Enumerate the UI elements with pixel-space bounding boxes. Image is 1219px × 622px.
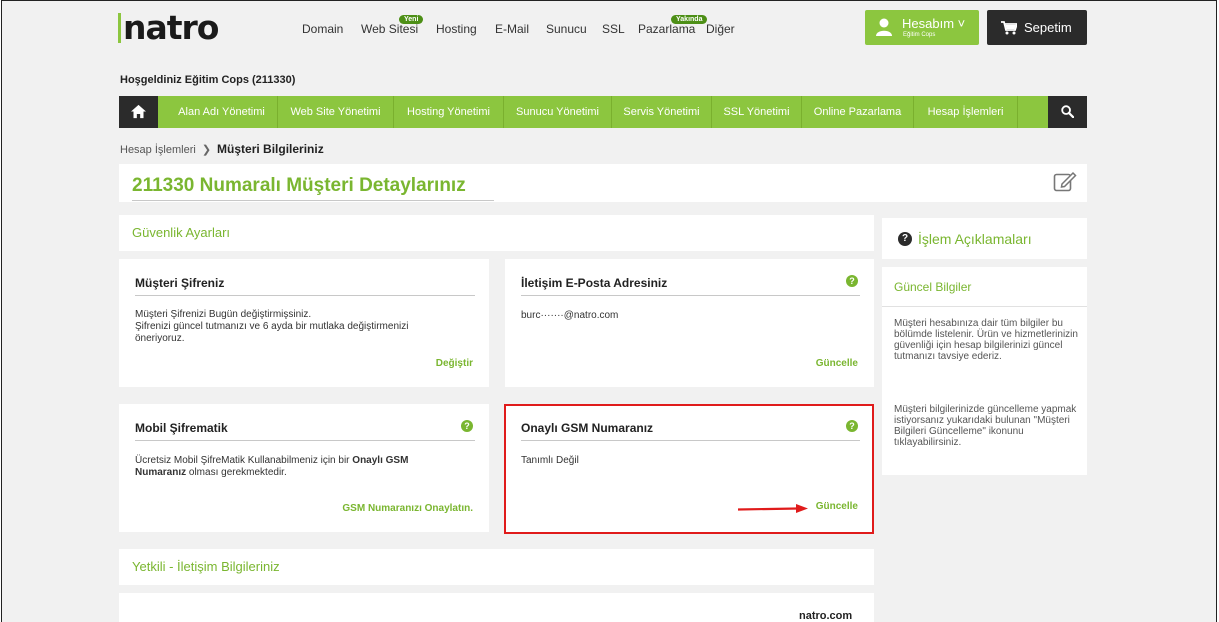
contact-heading: Yetkili - İletişim Bilgileriniz	[132, 559, 280, 574]
sidebar-heading: İşlem Açıklamaları	[918, 231, 1032, 247]
nav-hosting[interactable]: Hosting	[436, 22, 477, 36]
highlight-box	[504, 404, 874, 534]
nav-web-site-yonetimi[interactable]: Web Site Yönetimi	[278, 96, 394, 128]
natro-logo[interactable]: natro	[118, 10, 219, 46]
sidebar-paragraph-1: Müşteri hesabınıza dair tüm bilgiler bu …	[894, 318, 1078, 362]
home-button[interactable]	[119, 96, 158, 128]
edit-icon[interactable]	[1053, 170, 1077, 192]
sidebar-paragraph-2: Müşteri bilgilerinizde güncelleme yapmak…	[894, 404, 1077, 448]
user-icon	[876, 18, 892, 36]
arrow-annotation-icon	[738, 504, 808, 513]
mobile-card-text: Ücretsiz Mobil ŞifreMatik Kullanabilmeni…	[135, 455, 409, 478]
password-card: Müşteri Şifreniz Müşteri Şifrenizi Bugün…	[119, 259, 489, 387]
title-underline	[132, 200, 494, 201]
contact-section-header: Yetkili - İletişim Bilgileriniz	[119, 549, 874, 585]
update-email-link[interactable]: Güncelle	[816, 358, 858, 369]
password-card-title: Müşteri Şifreniz	[135, 276, 225, 290]
security-heading: Güvenlik Ayarları	[132, 225, 231, 240]
breadcrumb-separator: ❯	[201, 144, 212, 156]
badge-yakinda: Yakında	[671, 15, 708, 24]
welcome-text: Hoşgeldiniz Eğitim Cops (211330)	[120, 74, 296, 86]
sidebar-info-box: Güncel Bilgiler Müşteri hesabınıza dair …	[882, 267, 1087, 475]
breadcrumb-parent[interactable]: Hesap İşlemleri	[120, 144, 196, 156]
sidebar-box-title: Güncel Bilgiler	[894, 280, 972, 294]
email-card-title: İletişim E-Posta Adresiniz	[521, 276, 668, 290]
breadcrumb: Hesap İşlemleri ❯ Müşteri Bilgileriniz	[120, 142, 324, 156]
nav-hesap-islemleri[interactable]: Hesap İşlemleri	[914, 96, 1018, 128]
top-header: natro Domain Web Sitesi Yeni Hosting E-M…	[2, 1, 1216, 51]
help-icon[interactable]: ?	[461, 420, 473, 432]
cart-icon	[1001, 21, 1017, 35]
badge-yeni: Yeni	[399, 15, 424, 24]
change-password-link[interactable]: Değiştir	[436, 358, 473, 369]
nav-ssl-yonetimi[interactable]: SSL Yönetimi	[712, 96, 802, 128]
nav-online-pazarlama[interactable]: Online Pazarlama	[802, 96, 914, 128]
account-button[interactable]: Hesabım ˅ Eğitim Cops	[865, 10, 979, 45]
nav-domain[interactable]: Domain	[302, 22, 343, 36]
browser-frame: natro Domain Web Sitesi Yeni Hosting E-M…	[1, 0, 1217, 622]
contact-panel	[119, 593, 874, 622]
mobile-card-title: Mobil Şifrematik	[135, 421, 228, 435]
nav-alan-adi-yonetimi[interactable]: Alan Adı Yönetimi	[166, 96, 278, 128]
nav-servis-yonetimi[interactable]: Servis Yönetimi	[612, 96, 712, 128]
email-value: burc·······@natro.com	[521, 310, 619, 321]
nav-diger[interactable]: Diğer	[706, 22, 735, 36]
nav-hosting-yonetimi[interactable]: Hosting Yönetimi	[394, 96, 504, 128]
password-card-text: Müşteri Şifrenizi Bugün değiştirmişsiniz…	[135, 309, 409, 344]
card-divider	[521, 295, 860, 296]
sidebar-divider	[882, 306, 1087, 307]
account-username: Eğitim Cops	[903, 32, 936, 38]
search-button[interactable]	[1048, 96, 1087, 128]
page-title-box: 211330 Numaralı Müşteri Detaylarınız	[119, 164, 1087, 202]
nav-email[interactable]: E-Mail	[495, 22, 529, 36]
footer-brand: natro.com	[799, 610, 853, 622]
search-icon	[1061, 105, 1074, 118]
nav-sunucu-yonetimi[interactable]: Sunucu Yönetimi	[504, 96, 612, 128]
nav-web-sitesi[interactable]: Web Sitesi Yeni	[361, 15, 424, 36]
home-icon	[131, 104, 146, 119]
email-card: İletişim E-Posta Adresiniz ? burc·······…	[505, 259, 874, 387]
sidebar-header: ? İşlem Açıklamaları	[882, 218, 1087, 259]
page-title: 211330 Numaralı Müşteri Detaylarınız	[132, 175, 466, 196]
main-nav: Alan Adı Yönetimi Web Site Yönetimi Host…	[119, 96, 1087, 128]
nav-sunucu[interactable]: Sunucu	[546, 22, 587, 36]
confirm-gsm-link[interactable]: GSM Numaranızı Onaylatın.	[342, 503, 473, 514]
security-section-header: Güvenlik Ayarları	[119, 215, 874, 251]
breadcrumb-current: Müşteri Bilgileriniz	[217, 142, 324, 156]
nav-ssl[interactable]: SSL	[602, 22, 625, 36]
card-divider	[135, 440, 475, 441]
cart-button[interactable]: Sepetim	[987, 10, 1087, 45]
card-divider	[135, 295, 475, 296]
help-icon[interactable]: ?	[846, 275, 858, 287]
nav-pazarlama[interactable]: Pazarlama Yakında	[638, 15, 708, 36]
cart-label: Sepetim	[1024, 20, 1072, 35]
question-icon: ?	[898, 232, 912, 246]
account-label: Hesabım ˅	[902, 16, 966, 31]
mobile-sifrematik-card: Mobil Şifrematik ? Ücretsiz Mobil ŞifreM…	[119, 404, 489, 532]
